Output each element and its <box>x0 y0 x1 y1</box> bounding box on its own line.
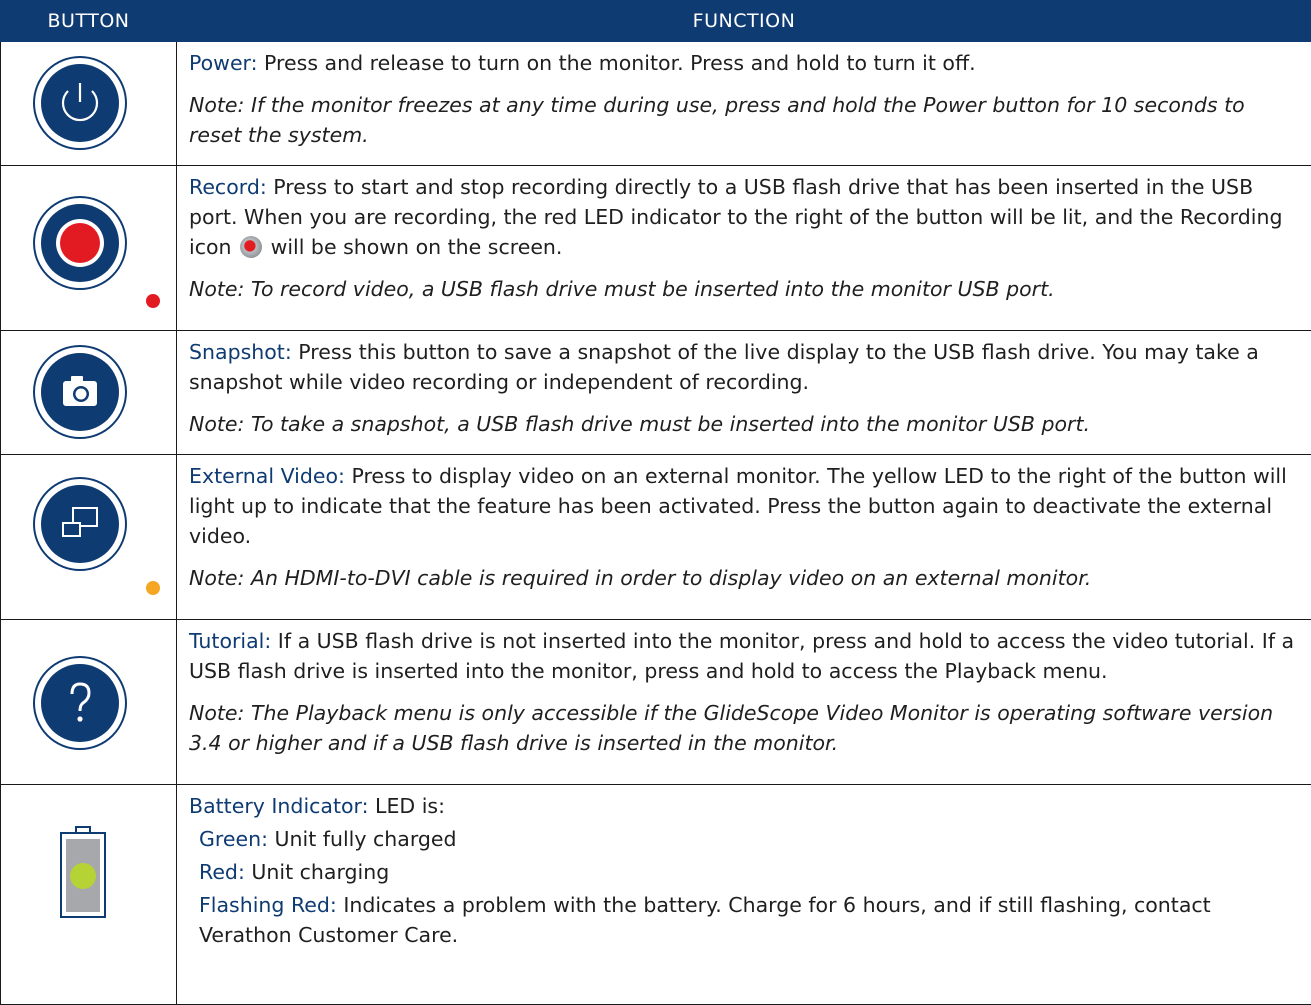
snapshot-function-cell: Snapshot: Press this button to save a sn… <box>176 330 1311 455</box>
table-header-row: BUTTON FUNCTION <box>0 0 1311 42</box>
battery-item-green-text: Unit fully charged <box>268 827 457 851</box>
external-video-button-cell <box>0 454 177 620</box>
external-video-note: Note: An HDMI-to-DVI cable is required i… <box>189 566 1092 590</box>
external-display-icon <box>33 477 127 571</box>
battery-item-flashing-red-text: Indicates a problem with the battery. Ch… <box>199 893 1211 947</box>
battery-indicator-cell <box>0 784 177 1005</box>
record-button-cell <box>0 165 177 331</box>
table-row-record: Record: Press to start and stop recordin… <box>0 165 1311 331</box>
table-row-battery: Battery Indicator: LED is: Green: Unit f… <box>0 784 1311 1005</box>
battery-item-flashing-red: Flashing Red: Indicates a problem with t… <box>189 890 1301 950</box>
tutorial-note: Note: The Playback menu is only accessib… <box>189 701 1274 755</box>
record-description-b: will be shown on the screen. <box>264 235 563 259</box>
battery-function-cell: Battery Indicator: LED is: Green: Unit f… <box>176 784 1311 1005</box>
question-icon <box>33 656 127 750</box>
record-note: Note: To record video, a USB flash drive… <box>189 277 1055 301</box>
tutorial-function-cell: Tutorial: If a USB flash drive is not in… <box>176 619 1311 785</box>
snapshot-label: Snapshot: <box>189 340 292 364</box>
battery-item-green-label: Green: <box>199 827 268 851</box>
power-button-cell <box>0 41 177 166</box>
external-video-description: Press to display video on an external mo… <box>189 464 1287 548</box>
snapshot-note: Note: To take a snapshot, a USB flash dr… <box>189 412 1091 436</box>
battery-item-green: Green: Unit fully charged <box>189 824 1301 854</box>
battery-description: LED is: <box>368 794 446 818</box>
power-label: Power: <box>189 51 258 75</box>
table-row-snapshot: Snapshot: Press this button to save a sn… <box>0 330 1311 455</box>
record-led-indicator <box>146 294 160 308</box>
table-row-external-video: External Video: Press to display video o… <box>0 454 1311 620</box>
recording-icon <box>240 236 263 258</box>
tutorial-button-cell <box>0 619 177 785</box>
external-video-label: External Video: <box>189 464 345 488</box>
header-button: BUTTON <box>0 0 177 42</box>
battery-item-red: Red: Unit charging <box>189 857 1301 887</box>
power-note: Note: If the monitor freezes at any time… <box>189 93 1245 147</box>
button-function-table: BUTTON FUNCTION Power: Press and release… <box>0 0 1311 1005</box>
power-description: Press and release to turn on the monitor… <box>257 51 976 75</box>
battery-item-red-label: Red: <box>199 860 245 884</box>
tutorial-description: If a USB flash drive is not inserted int… <box>189 629 1295 683</box>
camera-icon <box>33 345 127 439</box>
snapshot-description: Press this button to save a snapshot of … <box>189 340 1259 394</box>
battery-label: Battery Indicator: <box>189 794 369 818</box>
external-video-function-cell: External Video: Press to display video o… <box>176 454 1311 620</box>
tutorial-label: Tutorial: <box>189 629 272 653</box>
battery-item-red-text: Unit charging <box>244 860 390 884</box>
battery-item-flashing-red-label: Flashing Red: <box>199 893 337 917</box>
header-function: FUNCTION <box>176 0 1311 42</box>
table-row-power: Power: Press and release to turn on the … <box>0 41 1311 166</box>
power-icon <box>33 56 127 150</box>
record-label: Record: <box>189 175 267 199</box>
record-icon <box>33 196 127 290</box>
record-function-cell: Record: Press to start and stop recordin… <box>176 165 1311 331</box>
battery-icon <box>60 826 106 918</box>
external-video-led-indicator <box>146 581 160 595</box>
snapshot-button-cell <box>0 330 177 455</box>
power-function-cell: Power: Press and release to turn on the … <box>176 41 1311 166</box>
table-row-tutorial: Tutorial: If a USB flash drive is not in… <box>0 619 1311 785</box>
